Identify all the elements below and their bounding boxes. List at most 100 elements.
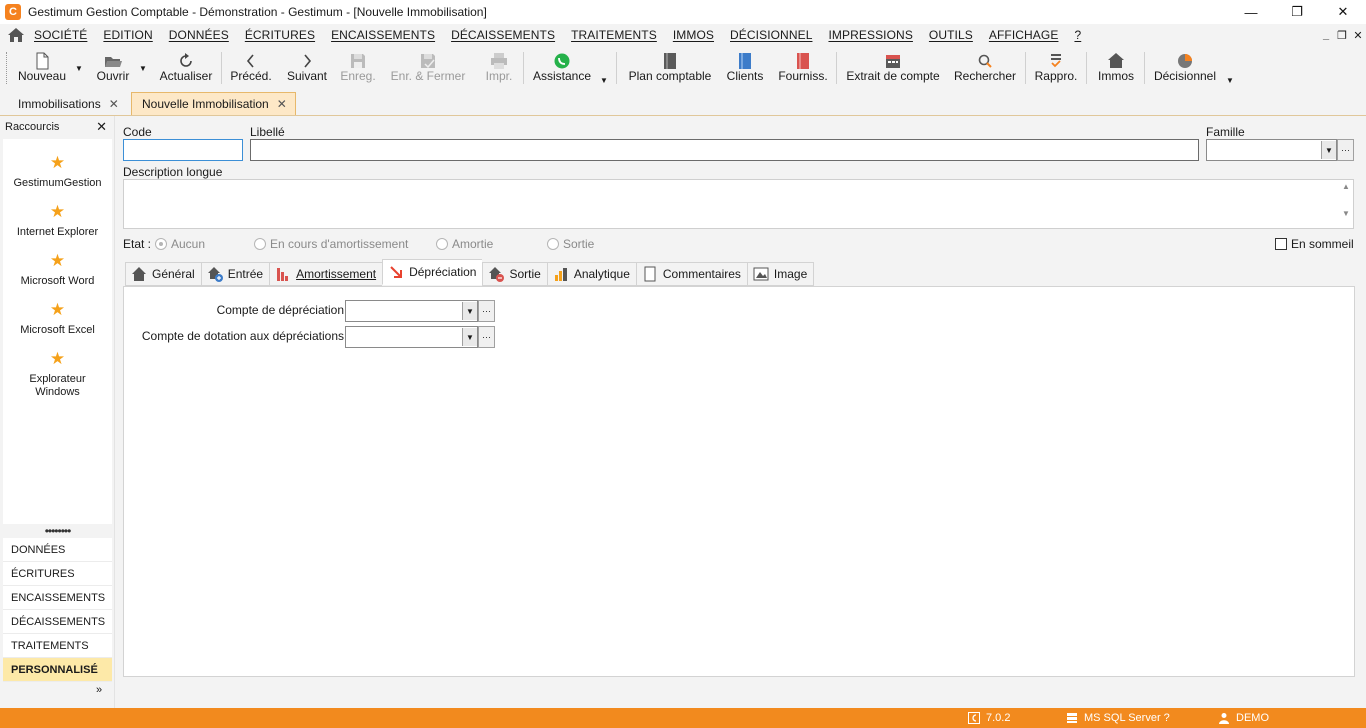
- libelle-input[interactable]: [250, 139, 1199, 161]
- search-icon: [978, 54, 992, 68]
- menu-immos[interactable]: IMMOS: [665, 28, 722, 42]
- doc-tab-immobilisations[interactable]: Immobilisations ✕: [8, 92, 127, 115]
- sidebar-more-icon[interactable]: »: [96, 684, 102, 696]
- save-close-icon: [421, 54, 435, 69]
- menu-donnees[interactable]: DONNÉES: [161, 28, 237, 42]
- tab-analytique[interactable]: Analytique: [546, 262, 636, 286]
- tab-amortissement[interactable]: Amortissement: [269, 262, 383, 286]
- etat-radio-amortie[interactable]: Amortie: [436, 237, 493, 251]
- minimize-button[interactable]: —: [1228, 0, 1274, 24]
- close-icon[interactable]: ✕: [109, 97, 119, 111]
- menu-ecritures[interactable]: ÉCRITURES: [237, 28, 323, 42]
- doc-tab-nouvelle-immobilisation[interactable]: Nouvelle Immobilisation ✕: [131, 92, 296, 115]
- ouvrir-button[interactable]: Ouvrir: [90, 48, 136, 88]
- nouveau-dropdown-icon[interactable]: ▼: [75, 64, 83, 73]
- description-textarea[interactable]: ▲ ▼: [123, 179, 1354, 229]
- chevron-left-icon: [246, 54, 254, 68]
- etat-radio-en-cours[interactable]: En cours d'amortissement: [254, 237, 408, 251]
- sidebar-nav-decaissements[interactable]: DÉCAISSEMENTS: [3, 610, 112, 634]
- menu-outils[interactable]: OUTILS: [921, 28, 981, 42]
- tab-commentaires[interactable]: Commentaires: [635, 262, 747, 286]
- toolbar-separator: [616, 52, 617, 84]
- ouvrir-dropdown-icon[interactable]: ▼: [139, 64, 147, 73]
- sidebar-nav-traitements[interactable]: TRAITEMENTS: [3, 634, 112, 658]
- tab-general[interactable]: Général: [125, 262, 201, 286]
- chevron-down-icon[interactable]: ▼: [462, 302, 477, 320]
- radio-label: Sortie: [563, 237, 595, 251]
- radio-dot: [155, 238, 167, 250]
- enregistrer-fermer-button[interactable]: Enr. & Fermer: [388, 48, 468, 88]
- shortcut-explorateur-windows[interactable]: ★ Explorateur Windows: [3, 350, 112, 399]
- menu-societe[interactable]: SOCIÉTÉ: [26, 28, 95, 42]
- menu-encaissements[interactable]: ENCAISSEMENTS: [323, 28, 443, 42]
- enregistrer-button[interactable]: Enreg.: [338, 48, 378, 88]
- rechercher-button[interactable]: Rechercher: [950, 48, 1020, 88]
- menu-help[interactable]: ?: [1066, 28, 1089, 42]
- famille-browse-button[interactable]: ···: [1337, 139, 1354, 161]
- menu-edition[interactable]: EDITION: [95, 28, 160, 42]
- menu-decaissements[interactable]: DÉCAISSEMENTS: [443, 28, 563, 42]
- compte-depreciation-browse-button[interactable]: ···: [478, 300, 495, 322]
- shortcut-label: Microsoft Word: [20, 275, 95, 287]
- document-tabs: Immobilisations ✕ Nouvelle Immobilisatio…: [0, 90, 1366, 116]
- shortcut-internet-explorer[interactable]: ★ Internet Explorer: [3, 203, 112, 239]
- sidebar-nav-encaissements[interactable]: ENCAISSEMENTS: [3, 586, 112, 610]
- famille-combo[interactable]: ▼: [1206, 139, 1337, 161]
- compte-dotation-browse-button[interactable]: ···: [478, 326, 495, 348]
- rapprochement-button[interactable]: Rappro.: [1032, 48, 1080, 88]
- code-input[interactable]: [123, 139, 243, 161]
- close-icon[interactable]: ✕: [277, 97, 287, 111]
- assistance-button[interactable]: Assistance: [530, 48, 594, 88]
- nav-label: TRAITEMENTS: [11, 639, 89, 652]
- shortcut-microsoft-word[interactable]: ★ Microsoft Word: [3, 252, 112, 288]
- mdi-restore-button[interactable]: ❐: [1334, 29, 1350, 42]
- fournisseurs-button[interactable]: Fourniss.: [776, 48, 830, 88]
- shortcut-gestimumgestion[interactable]: ★ GestimumGestion: [3, 154, 112, 190]
- chevron-down-icon[interactable]: ▼: [462, 328, 477, 346]
- sidebar-nav-personnalise[interactable]: PERSONNALISÉ: [3, 658, 112, 682]
- precedent-button[interactable]: Précéd.: [228, 48, 274, 88]
- shortcut-microsoft-excel[interactable]: ★ Microsoft Excel: [3, 301, 112, 337]
- close-icon[interactable]: ✕: [96, 119, 107, 135]
- toolbar-grip[interactable]: [6, 52, 9, 84]
- tab-entree[interactable]: Entrée: [200, 262, 270, 286]
- compte-dotation-combo[interactable]: ▼: [345, 326, 478, 348]
- tab-sortie[interactable]: Sortie: [482, 262, 547, 286]
- clients-button[interactable]: Clients: [722, 48, 768, 88]
- toolbar-overflow-icon[interactable]: ▼: [1226, 76, 1234, 85]
- menu-traitements[interactable]: TRAITEMENTS: [563, 28, 665, 42]
- save-icon: [351, 54, 365, 68]
- extrait-compte-button[interactable]: Extrait de compte: [844, 48, 942, 88]
- mdi-close-button[interactable]: ✕: [1350, 29, 1366, 42]
- open-folder-icon: [105, 57, 122, 67]
- sidebar-nav-ecritures[interactable]: ÉCRITURES: [3, 562, 112, 586]
- suivant-button[interactable]: Suivant: [284, 48, 330, 88]
- title-bar: C Gestimum Gestion Comptable - Démonstra…: [0, 0, 1366, 24]
- maximize-button[interactable]: ❐: [1274, 0, 1320, 24]
- menu-decisionnel[interactable]: DÉCISIONNEL: [722, 28, 820, 42]
- server-icon: [1067, 713, 1077, 723]
- scrollbar[interactable]: ▲ ▼: [1341, 182, 1351, 218]
- tab-image[interactable]: Image: [746, 262, 815, 286]
- decisionnel-button[interactable]: Décisionnel: [1152, 48, 1218, 88]
- mdi-minimize-button[interactable]: _: [1318, 29, 1334, 41]
- nouveau-button[interactable]: Nouveau: [14, 48, 70, 88]
- etat-radio-aucun[interactable]: Aucun: [155, 237, 205, 251]
- home-icon[interactable]: [6, 25, 26, 45]
- compte-depreciation-combo[interactable]: ▼: [345, 300, 478, 322]
- menu-affichage[interactable]: AFFICHAGE: [981, 28, 1067, 42]
- en-sommeil-checkbox[interactable]: En sommeil: [1275, 237, 1354, 251]
- tab-depreciation[interactable]: Dépréciation: [382, 259, 483, 285]
- sidebar-nav-donnees[interactable]: DONNÉES: [3, 538, 112, 562]
- sidebar-splitter[interactable]: ••••••••: [0, 525, 115, 537]
- close-window-button[interactable]: ✕: [1320, 0, 1366, 24]
- immos-button[interactable]: Immos: [1094, 48, 1138, 88]
- chevron-down-icon[interactable]: ▼: [1321, 141, 1336, 159]
- toolbar-overflow-icon[interactable]: ▼: [600, 76, 608, 85]
- etat-radio-sortie[interactable]: Sortie: [547, 237, 594, 251]
- actualiser-button[interactable]: Actualiser: [156, 48, 216, 88]
- tab-label: Commentaires: [662, 267, 741, 281]
- plan-comptable-button[interactable]: Plan comptable: [625, 48, 715, 88]
- imprimer-button[interactable]: Impr.: [481, 48, 517, 88]
- menu-impressions[interactable]: IMPRESSIONS: [820, 28, 920, 42]
